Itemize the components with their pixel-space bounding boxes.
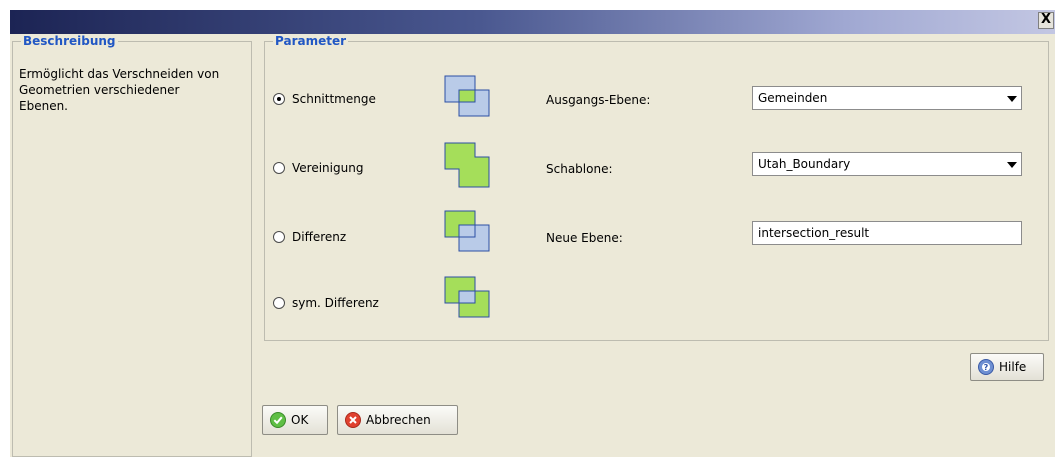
check-icon <box>270 412 286 428</box>
description-text: Ermöglicht das Verschneiden von Geometri… <box>19 66 259 114</box>
close-button[interactable]: X <box>1038 12 1054 29</box>
radio-label: sym. Differenz <box>292 296 379 310</box>
difference-icon <box>444 210 490 252</box>
radio-sym-differenz[interactable]: sym. Differenz <box>273 294 379 312</box>
radio-schnittmenge[interactable]: Schnittmenge <box>273 90 376 108</box>
sym-difference-icon <box>444 276 490 318</box>
radio-label: Schnittmenge <box>292 92 376 106</box>
parameter-panel: Parameter <box>264 34 1049 341</box>
template-layer-label: Schablone: <box>546 162 613 176</box>
radio-label: Vereinigung <box>292 161 364 175</box>
svg-text:?: ? <box>984 363 989 372</box>
ok-button-label: OK <box>291 413 309 427</box>
radio-vereinigung[interactable]: Vereinigung <box>273 159 363 177</box>
chevron-down-icon[interactable] <box>1007 162 1017 168</box>
cancel-button-label: Abbrechen <box>366 413 431 427</box>
source-layer-dropdown[interactable]: Gemeinden <box>752 86 1022 110</box>
cancel-button[interactable]: Abbrechen <box>337 405 458 435</box>
new-layer-label: Neue Ebene: <box>546 231 623 245</box>
radio-button[interactable] <box>273 162 285 174</box>
radio-differenz[interactable]: Differenz <box>273 228 346 246</box>
source-layer-label: Ausgangs-Ebene: <box>546 93 651 107</box>
help-button[interactable]: ? Hilfe <box>970 353 1044 381</box>
description-legend: Beschreibung <box>23 34 116 48</box>
template-layer-dropdown[interactable]: Utah_Boundary <box>752 152 1022 176</box>
description-line: Ermöglicht das Verschneiden von <box>19 67 220 81</box>
source-layer-value: Gemeinden <box>758 91 828 105</box>
help-icon: ? <box>978 359 994 375</box>
ok-button[interactable]: OK <box>262 405 328 435</box>
radio-button[interactable] <box>273 297 285 309</box>
cancel-icon <box>345 412 361 428</box>
title-bar[interactable]: X <box>10 10 1055 34</box>
new-layer-input[interactable]: intersection_result <box>752 221 1022 245</box>
template-layer-value: Utah_Boundary <box>758 157 851 171</box>
parameter-legend: Parameter <box>275 34 347 48</box>
description-line: Geometrien verschiedener <box>19 83 180 97</box>
radio-button[interactable] <box>273 231 285 243</box>
description-line: Ebenen. <box>19 99 68 113</box>
chevron-down-icon[interactable] <box>1007 96 1017 102</box>
union-icon <box>444 142 490 188</box>
radio-button-checked[interactable] <box>273 93 285 105</box>
intersection-icon <box>444 75 490 117</box>
radio-label: Differenz <box>292 230 347 244</box>
help-button-label: Hilfe <box>999 360 1027 374</box>
